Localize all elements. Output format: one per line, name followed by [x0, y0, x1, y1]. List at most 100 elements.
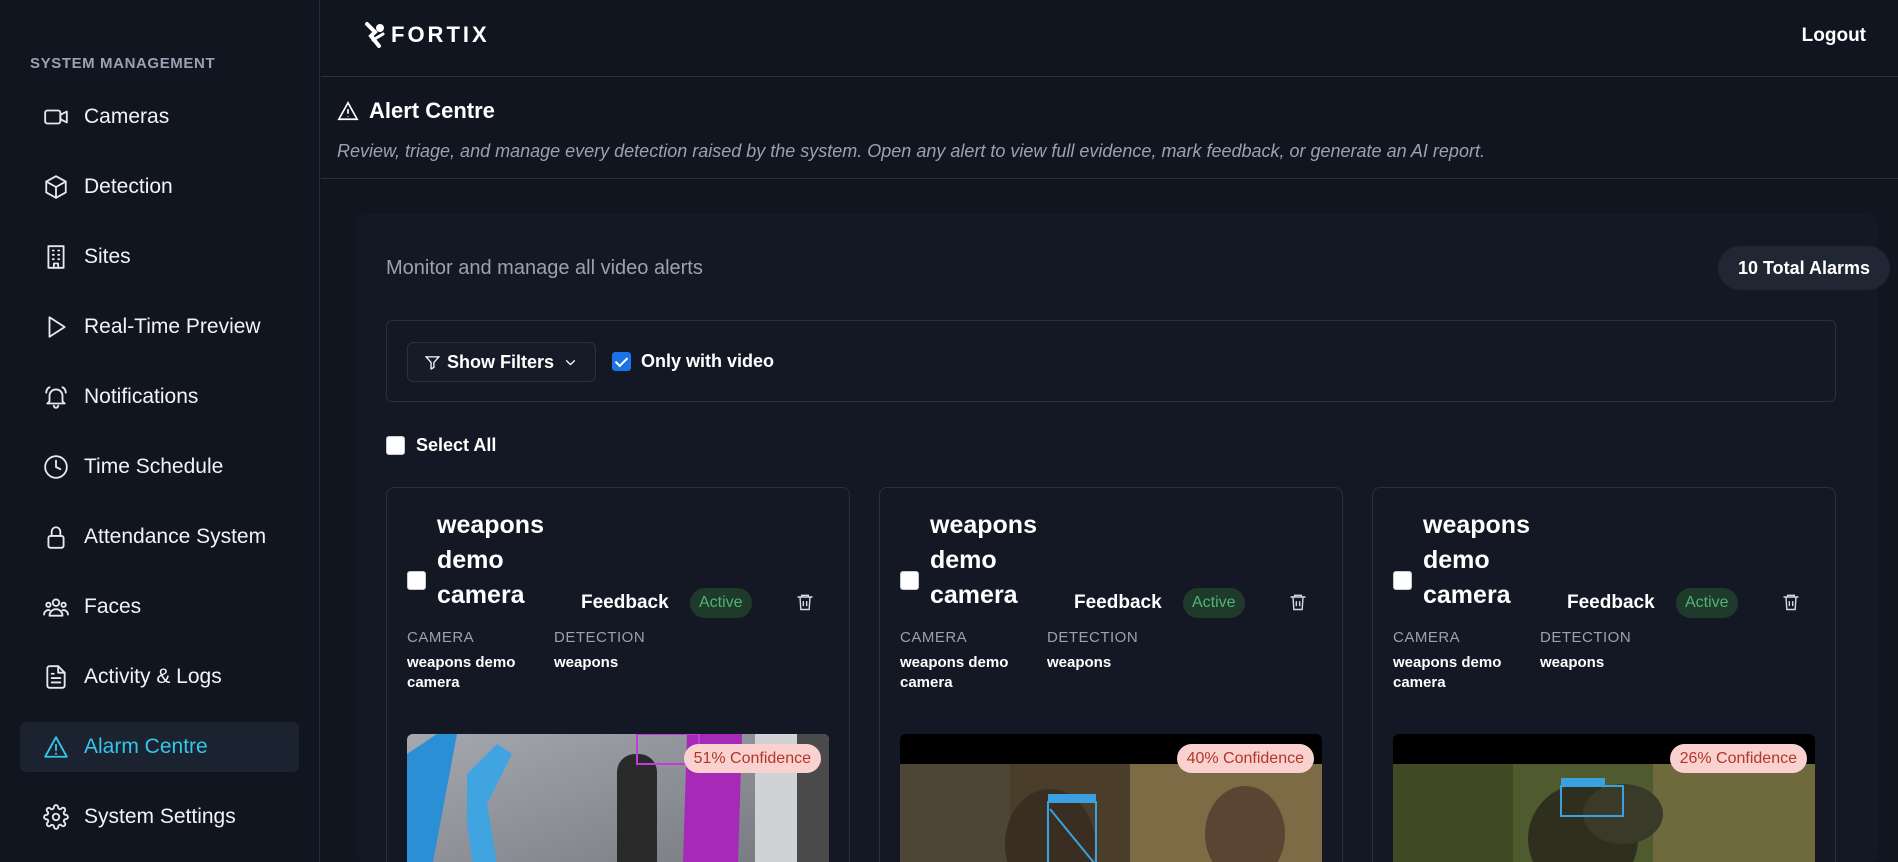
detection-label: DETECTION [1047, 629, 1139, 646]
delete-button[interactable] [1288, 592, 1308, 617]
sidebar-item-real-time-preview[interactable]: Real-Time Preview [20, 302, 299, 352]
camera-label: CAMERA [407, 629, 475, 646]
sidebar-item-detection[interactable]: Detection [20, 162, 299, 212]
brand-logo[interactable]: FORTIX [363, 20, 490, 50]
sidebar-item-label: Real-Time Preview [84, 315, 261, 338]
lock-icon [42, 523, 70, 551]
alert-triangle-icon [337, 101, 359, 121]
filter-icon [424, 355, 441, 370]
sidebar-item-label: Faces [84, 595, 142, 618]
sidebar-item-label: System Settings [84, 805, 236, 828]
select-all-label[interactable]: Select All [416, 435, 496, 456]
delete-button[interactable] [795, 592, 815, 617]
detection-label: DETECTION [554, 629, 646, 646]
bell-icon [42, 383, 70, 411]
alarm-card[interactable]: weapons demo camera Feedback Active CAME… [386, 487, 850, 862]
sidebar-item-label: Activity & Logs [84, 665, 222, 688]
camera-value: weapons demo camera [407, 654, 516, 691]
camera-value: weapons demo camera [1393, 654, 1502, 691]
sidebar-item-notifications[interactable]: Notifications [20, 372, 299, 422]
sidebar-item-label: Attendance System [84, 525, 267, 548]
page-title-text: Alert Centre [369, 98, 495, 123]
alarms-panel: Monitor and manage all video alerts 10 T… [356, 214, 1890, 862]
feedback-button[interactable]: Feedback [581, 592, 669, 614]
sidebar-item-time-schedule[interactable]: Time Schedule [20, 442, 299, 492]
alarm-thumbnail[interactable]: 40% Confidence [900, 734, 1322, 862]
alarm-select-checkbox[interactable] [1393, 571, 1412, 590]
only-with-video-checkbox[interactable] [612, 352, 631, 371]
sidebar-item-faces[interactable]: Faces [20, 582, 299, 632]
alarm-card-title: weapons demo camera [1423, 511, 1530, 609]
filter-bar: Show Filters Only with video [386, 320, 1836, 402]
sidebar-heading: SYSTEM MANAGEMENT [30, 55, 216, 72]
video-camera-icon [42, 103, 70, 131]
sidebar-item-label: Alarm Centre [84, 735, 208, 758]
page-subtitle: Review, triage, and manage every detecti… [337, 141, 1485, 161]
sidebar: SYSTEM MANAGEMENT Cameras Detection Site… [0, 0, 320, 862]
panel-description: Monitor and manage all video alerts [386, 257, 703, 279]
sidebar-item-label: Sites [84, 245, 131, 268]
fortix-logo-icon [365, 22, 385, 48]
sidebar-item-label: Notifications [84, 385, 199, 408]
alarm-thumbnail[interactable]: 51% Confidence [407, 734, 829, 862]
status-badge: Active [1183, 588, 1245, 618]
clock-icon [42, 453, 70, 481]
logout-button[interactable]: Logout [1802, 25, 1866, 47]
file-text-icon [42, 663, 70, 691]
detection-value: weapons [1047, 654, 1112, 671]
confidence-badge: 26% Confidence [1669, 744, 1807, 773]
feedback-button[interactable]: Feedback [1074, 592, 1162, 614]
detection-value: weapons [1540, 654, 1605, 671]
building-icon [42, 243, 70, 271]
camera-label: CAMERA [1393, 629, 1461, 646]
gear-icon [42, 803, 70, 831]
top-bar: FORTIX Logout [321, 0, 1898, 77]
detection-value: weapons [554, 654, 619, 671]
delete-button[interactable] [1781, 592, 1801, 617]
page-header: Alert Centre Review, triage, and manage … [321, 78, 1898, 179]
total-alarms-badge: 10 Total Alarms [1717, 246, 1890, 290]
sidebar-nav: Cameras Detection Sites Real-Time Previe… [20, 92, 299, 862]
feedback-button[interactable]: Feedback [1567, 592, 1655, 614]
alarm-card-title: weapons demo camera [437, 511, 544, 609]
sidebar-item-label: Time Schedule [84, 455, 224, 478]
trash-icon [1783, 594, 1799, 611]
sidebar-item-cameras[interactable]: Cameras [20, 92, 299, 142]
select-all[interactable]: Select All [386, 435, 496, 456]
alarm-thumbnail[interactable]: 26% Confidence [1393, 734, 1815, 862]
sidebar-item-label: Detection [84, 175, 173, 198]
alarm-card-header: weapons demo camera Feedback Active [900, 508, 1320, 618]
alarm-card[interactable]: weapons demo camera Feedback Active CAME… [1372, 487, 1836, 862]
camera-value: weapons demo camera [900, 654, 1009, 691]
only-with-video-toggle[interactable]: Only with video [612, 351, 774, 372]
logo-text: FORTIX [391, 22, 490, 47]
page-title: Alert Centre [337, 98, 495, 124]
only-with-video-label[interactable]: Only with video [641, 351, 774, 372]
status-badge: Active [690, 588, 752, 618]
alarm-card-title: weapons demo camera [930, 511, 1037, 609]
play-icon [42, 313, 70, 341]
trash-icon [797, 594, 813, 611]
alarm-select-checkbox[interactable] [407, 571, 426, 590]
trash-icon [1290, 594, 1306, 611]
sidebar-item-activity-logs[interactable]: Activity & Logs [20, 652, 299, 702]
alarm-card[interactable]: weapons demo camera Feedback Active CAME… [879, 487, 1343, 862]
status-badge: Active [1676, 588, 1738, 618]
detection-label: DETECTION [1540, 629, 1632, 646]
show-filters-label: Show Filters [447, 351, 555, 372]
show-filters-button[interactable]: Show Filters [407, 342, 597, 382]
sidebar-item-system-settings[interactable]: System Settings [20, 792, 299, 842]
select-all-checkbox[interactable] [386, 436, 405, 455]
confidence-badge: 40% Confidence [1176, 744, 1314, 773]
sidebar-item-alarm-centre[interactable]: Alarm Centre [20, 722, 299, 772]
camera-label: CAMERA [900, 629, 968, 646]
alarm-card-header: weapons demo camera Feedback Active [1393, 508, 1813, 618]
alarm-card-header: weapons demo camera Feedback Active [407, 508, 827, 618]
sidebar-item-attendance-system[interactable]: Attendance System [20, 512, 299, 562]
alarm-select-checkbox[interactable] [900, 571, 919, 590]
users-icon [42, 593, 70, 621]
alert-triangle-icon [42, 733, 70, 761]
sidebar-item-label: Cameras [84, 105, 170, 128]
sidebar-item-sites[interactable]: Sites [20, 232, 299, 282]
confidence-badge: 51% Confidence [683, 744, 821, 773]
